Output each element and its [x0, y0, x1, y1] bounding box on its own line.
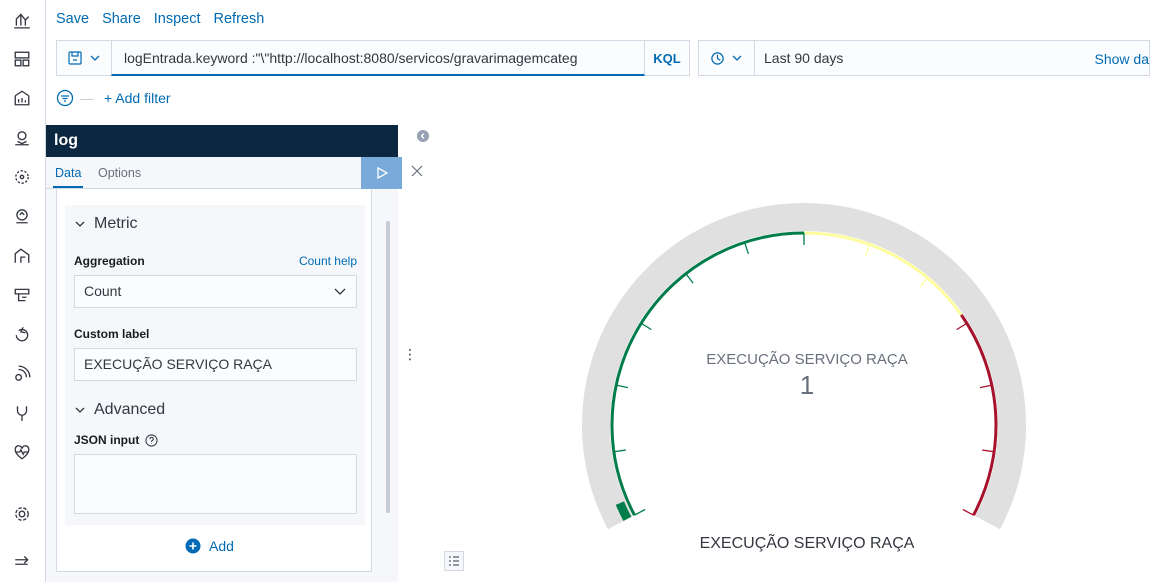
legend-toggle-button[interactable] [444, 551, 464, 571]
quick-time-button[interactable] [698, 40, 755, 76]
metric-agg: Metric Aggregation Count help Count Cust… [65, 205, 365, 525]
saved-query-button[interactable] [56, 40, 111, 76]
ml-icon[interactable] [11, 166, 33, 188]
metric-section-toggle[interactable]: Metric [74, 215, 138, 233]
side-navigation [0, 0, 46, 582]
help-icon[interactable] [145, 433, 158, 447]
dock-icon[interactable] [11, 551, 33, 573]
gauge-tick [634, 508, 646, 516]
editor-tabs: Data Options [46, 157, 423, 189]
tab-options[interactable]: Options [98, 166, 141, 180]
chevron-down-icon [732, 55, 742, 61]
clock-icon [711, 51, 724, 65]
save-icon [68, 51, 82, 65]
gauge-metric-label: EXECUÇÃO SERVIÇO RAÇA [706, 351, 908, 368]
share-link[interactable]: Share [102, 9, 141, 29]
advanced-section-label: Advanced [94, 401, 166, 418]
custom-label-label: Custom label [74, 327, 150, 341]
close-icon [411, 165, 423, 177]
tab-data[interactable]: Data [52, 166, 84, 188]
editor-scrollbar[interactable] [386, 221, 390, 513]
json-input-label: JSON input [74, 433, 140, 447]
play-icon [376, 166, 388, 180]
json-input-textarea[interactable] [74, 454, 357, 514]
top-menu: Save Share Inspect Refresh [56, 9, 277, 29]
dashboard-icon[interactable] [11, 48, 33, 70]
monitoring-icon[interactable] [11, 441, 33, 463]
canvas-icon[interactable] [11, 87, 33, 109]
resize-handle-icon[interactable]: ⋮ [403, 346, 417, 363]
devtools-icon[interactable] [11, 402, 33, 424]
gauge-metric-value: 1 [799, 370, 815, 400]
filter-divider: — [80, 90, 94, 106]
gauge-tick [956, 322, 968, 331]
add-button-label: Add [209, 538, 234, 554]
refresh-link[interactable]: Refresh [214, 9, 265, 29]
metrics-card: Metric Aggregation Count help Count Cust… [56, 189, 372, 572]
apm-icon[interactable] [11, 323, 33, 345]
gauge-tick [744, 242, 749, 255]
gauge-title: EXECUÇÃO SERVIÇO RAÇA [699, 535, 915, 552]
query-language-button[interactable]: KQL [645, 40, 690, 76]
list-icon [449, 556, 459, 566]
metric-section-label: Metric [94, 215, 138, 232]
aggregation-value: Count [84, 283, 122, 299]
management-icon[interactable] [11, 503, 33, 525]
visualization-area: EXECUÇÃO SERVIÇO RAÇA 1 EXECUÇÃO SERVIÇO… [436, 125, 1150, 582]
gauge-tick [982, 449, 995, 453]
filter-options-icon[interactable] [56, 89, 74, 107]
advanced-section-toggle[interactable]: Advanced [74, 401, 165, 419]
add-agg-button[interactable]: Add [185, 538, 234, 554]
time-range-display[interactable]: Last 90 days Show da [755, 40, 1150, 76]
logs-icon[interactable] [11, 284, 33, 306]
aggregation-select[interactable]: Count [74, 275, 357, 308]
inspect-link[interactable]: Inspect [154, 9, 201, 29]
chevron-down-icon [333, 276, 347, 318]
time-range-label: Last 90 days [764, 50, 844, 66]
gauge-tick [962, 508, 974, 516]
uptime-icon[interactable] [11, 363, 33, 385]
gauge-tick [640, 322, 652, 331]
chevron-down-icon [90, 55, 100, 61]
plus-circle-icon [185, 538, 201, 554]
add-filter-link[interactable]: + Add filter [104, 90, 171, 106]
chevron-down-icon [75, 221, 85, 227]
collapse-sidebar-icon[interactable] [417, 130, 429, 142]
aggregation-label: Aggregation [74, 254, 145, 268]
visualize-icon[interactable] [11, 9, 33, 31]
json-input-label-row: JSON input [74, 433, 158, 447]
custom-label-input[interactable]: EXECUÇÃO SERVIÇO RAÇA [74, 348, 357, 381]
index-pattern-title: log [46, 125, 398, 157]
show-dates-link[interactable]: Show da [1095, 41, 1149, 77]
gauge-tick [685, 273, 694, 284]
filter-bar: — + Add filter [56, 88, 171, 108]
discard-button[interactable] [408, 164, 426, 182]
chevron-down-icon [75, 407, 85, 413]
infra-icon[interactable] [11, 245, 33, 267]
apply-changes-button[interactable] [361, 157, 402, 189]
gauge-tick [613, 449, 626, 453]
graph-icon[interactable] [11, 205, 33, 227]
gauge-tick [919, 277, 928, 288]
save-link[interactable]: Save [56, 9, 89, 29]
maps-icon[interactable] [11, 127, 33, 149]
gauge-tick [864, 244, 871, 257]
count-help-link[interactable]: Count help [299, 254, 357, 268]
editor-body: Metric Aggregation Count help Count Cust… [46, 189, 398, 582]
query-bar: logEntrada.keyword :"\"http://localhost:… [56, 40, 1150, 76]
query-input[interactable]: logEntrada.keyword :"\"http://localhost:… [111, 40, 645, 76]
